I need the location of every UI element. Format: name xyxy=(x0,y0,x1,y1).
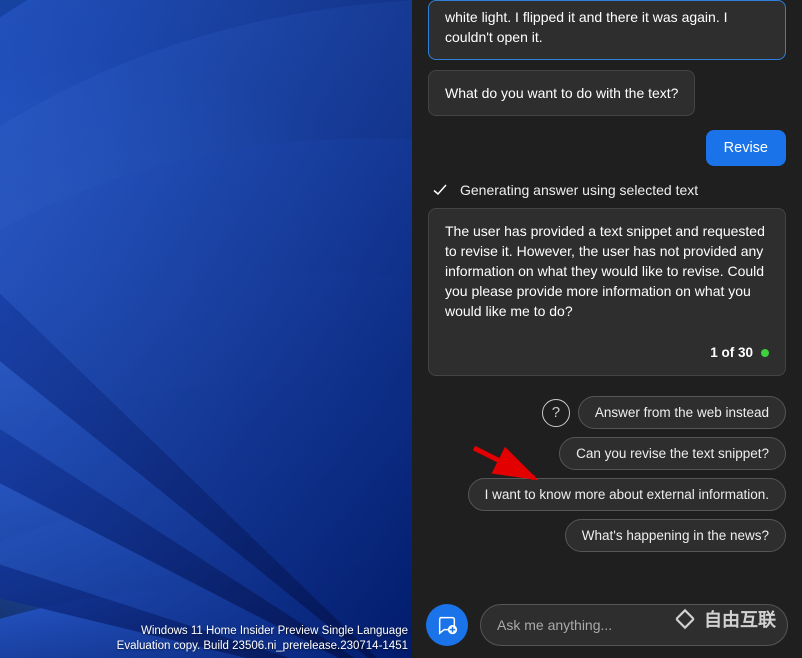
watermark-line2: Evaluation copy. Build 23506.ni_prerelea… xyxy=(117,639,408,654)
chat-plus-icon xyxy=(436,614,458,636)
help-icon[interactable]: ? xyxy=(542,399,570,427)
suggestions-list: ? Answer from the web instead Can you re… xyxy=(428,396,786,552)
suggestion-label: What's happening in the news? xyxy=(582,528,769,543)
response-counter: 1 of 30 xyxy=(445,343,769,363)
chat-scroll[interactable]: white light. I flipped it and there it w… xyxy=(412,0,802,592)
watermark-line1: Windows 11 Home Insider Preview Single L… xyxy=(117,624,408,639)
ai-response-bubble: The user has provided a text snippet and… xyxy=(428,208,786,376)
context-snippet-text: white light. I flipped it and there it w… xyxy=(445,9,728,45)
suggestion-web-answer[interactable]: Answer from the web instead xyxy=(578,396,786,429)
chat-footer: Ask me anything... xyxy=(412,592,802,658)
counter-text: 1 of 30 xyxy=(710,343,753,363)
chat-input-placeholder: Ask me anything... xyxy=(497,617,612,633)
ai-prompt-bubble: What do you want to do with the text? xyxy=(428,70,695,116)
suggestion-news[interactable]: What's happening in the news? xyxy=(565,519,786,552)
user-message-text: Revise xyxy=(724,140,768,156)
chat-input[interactable]: Ask me anything... xyxy=(480,604,788,646)
suggestion-revise-snippet[interactable]: Can you revise the text snippet? xyxy=(559,437,786,470)
status-text: Generating answer using selected text xyxy=(460,182,698,198)
desktop-wallpaper: Windows 11 Home Insider Preview Single L… xyxy=(0,0,412,658)
suggestion-external-info[interactable]: I want to know more about external infor… xyxy=(468,478,786,511)
context-snippet-bubble: white light. I flipped it and there it w… xyxy=(428,0,786,60)
user-message-bubble: Revise xyxy=(706,130,786,166)
generating-status: Generating answer using selected text xyxy=(432,182,782,198)
windows-watermark: Windows 11 Home Insider Preview Single L… xyxy=(117,624,408,654)
new-topic-button[interactable] xyxy=(426,604,468,646)
suggestion-label: Can you revise the text snippet? xyxy=(576,446,769,461)
ai-prompt-text: What do you want to do with the text? xyxy=(445,85,678,101)
suggestion-label: I want to know more about external infor… xyxy=(485,487,769,502)
ai-response-text: The user has provided a text snippet and… xyxy=(445,223,765,319)
status-dot-icon xyxy=(761,349,769,357)
copilot-panel: white light. I flipped it and there it w… xyxy=(412,0,802,658)
suggestion-label: Answer from the web instead xyxy=(595,405,769,420)
check-icon xyxy=(432,182,448,198)
